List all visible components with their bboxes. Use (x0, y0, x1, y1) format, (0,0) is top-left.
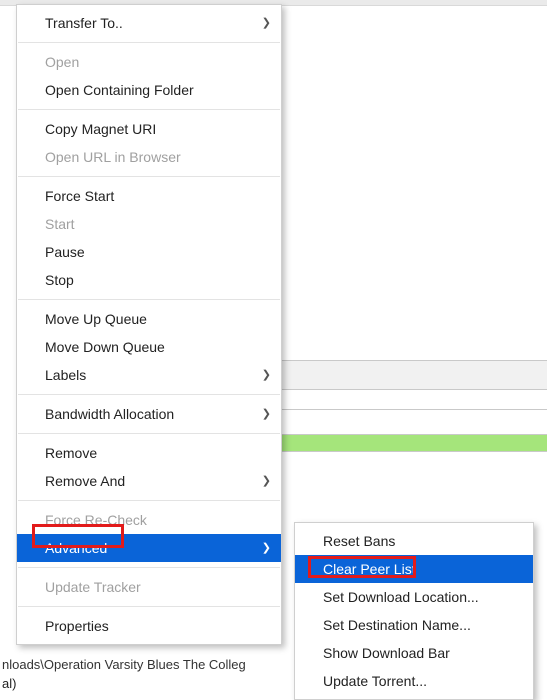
progress-bar-strip (280, 434, 547, 452)
menu-label: Remove And (45, 473, 125, 489)
menu-label: Open Containing Folder (45, 82, 194, 98)
menu-label: Open URL in Browser (45, 149, 181, 165)
menu-force-start[interactable]: Force Start (17, 182, 281, 210)
menu-label: Transfer To.. (45, 15, 123, 31)
submenu-set-download-location[interactable]: Set Download Location... (295, 583, 533, 611)
menu-label: Start (45, 216, 75, 232)
submenu-show-download-bar[interactable]: Show Download Bar (295, 639, 533, 667)
menu-label: Open (45, 54, 79, 70)
context-menu-main: Transfer To.. ❯ Open Open Containing Fol… (16, 4, 282, 645)
menu-labels[interactable]: Labels ❯ (17, 361, 281, 389)
menu-pause[interactable]: Pause (17, 238, 281, 266)
menu-move-up-queue[interactable]: Move Up Queue (17, 305, 281, 333)
menu-force-recheck: Force Re-Check (17, 506, 281, 534)
menu-update-tracker: Update Tracker (17, 573, 281, 601)
menu-label: Copy Magnet URI (45, 121, 156, 137)
submenu-set-destination-name[interactable]: Set Destination Name... (295, 611, 533, 639)
menu-separator (18, 299, 280, 300)
menu-remove[interactable]: Remove (17, 439, 281, 467)
menu-label: Show Download Bar (323, 645, 450, 661)
background-panel-strip (280, 390, 547, 410)
menu-separator (18, 42, 280, 43)
menu-start: Start (17, 210, 281, 238)
menu-label: Force Re-Check (45, 512, 147, 528)
menu-label: Set Download Location... (323, 589, 479, 605)
menu-label: Remove (45, 445, 97, 461)
context-menu-advanced: Reset Bans Clear Peer List Set Download … (294, 522, 534, 700)
menu-label: Labels (45, 367, 86, 383)
submenu-update-torrent[interactable]: Update Torrent... (295, 667, 533, 695)
menu-separator (18, 567, 280, 568)
chevron-right-icon: ❯ (262, 534, 271, 562)
menu-open-url-browser: Open URL in Browser (17, 143, 281, 171)
menu-label: Move Up Queue (45, 311, 147, 327)
menu-label: Stop (45, 272, 74, 288)
chevron-right-icon: ❯ (262, 9, 271, 37)
menu-label: Pause (45, 244, 85, 260)
menu-stop[interactable]: Stop (17, 266, 281, 294)
chevron-right-icon: ❯ (262, 400, 271, 428)
menu-label: Advanced (45, 540, 107, 556)
menu-label: Update Tracker (45, 579, 141, 595)
menu-label: Clear Peer List (323, 561, 416, 577)
menu-separator (18, 500, 280, 501)
submenu-clear-peer-list[interactable]: Clear Peer List (295, 555, 533, 583)
file-path-fragment: nloads\Operation Varsity Blues The Colle… (2, 657, 246, 672)
menu-label: Reset Bans (323, 533, 395, 549)
menu-label: Force Start (45, 188, 114, 204)
menu-move-down-queue[interactable]: Move Down Queue (17, 333, 281, 361)
menu-separator (18, 606, 280, 607)
menu-separator (18, 433, 280, 434)
menu-label: Update Torrent... (323, 673, 427, 689)
menu-separator (18, 394, 280, 395)
chevron-right-icon: ❯ (262, 361, 271, 389)
menu-advanced[interactable]: Advanced ❯ (17, 534, 281, 562)
background-panel-strip (280, 360, 547, 390)
menu-label: Move Down Queue (45, 339, 165, 355)
menu-properties[interactable]: Properties (17, 612, 281, 640)
submenu-reset-bans[interactable]: Reset Bans (295, 527, 533, 555)
menu-label: Properties (45, 618, 109, 634)
file-path-fragment: al) (2, 676, 16, 691)
menu-separator (18, 109, 280, 110)
menu-bandwidth-allocation[interactable]: Bandwidth Allocation ❯ (17, 400, 281, 428)
chevron-right-icon: ❯ (262, 467, 271, 495)
menu-open-containing-folder[interactable]: Open Containing Folder (17, 76, 281, 104)
menu-label: Bandwidth Allocation (45, 406, 174, 422)
menu-remove-and[interactable]: Remove And ❯ (17, 467, 281, 495)
menu-open: Open (17, 48, 281, 76)
menu-transfer-to[interactable]: Transfer To.. ❯ (17, 9, 281, 37)
menu-separator (18, 176, 280, 177)
menu-label: Set Destination Name... (323, 617, 471, 633)
menu-copy-magnet-uri[interactable]: Copy Magnet URI (17, 115, 281, 143)
